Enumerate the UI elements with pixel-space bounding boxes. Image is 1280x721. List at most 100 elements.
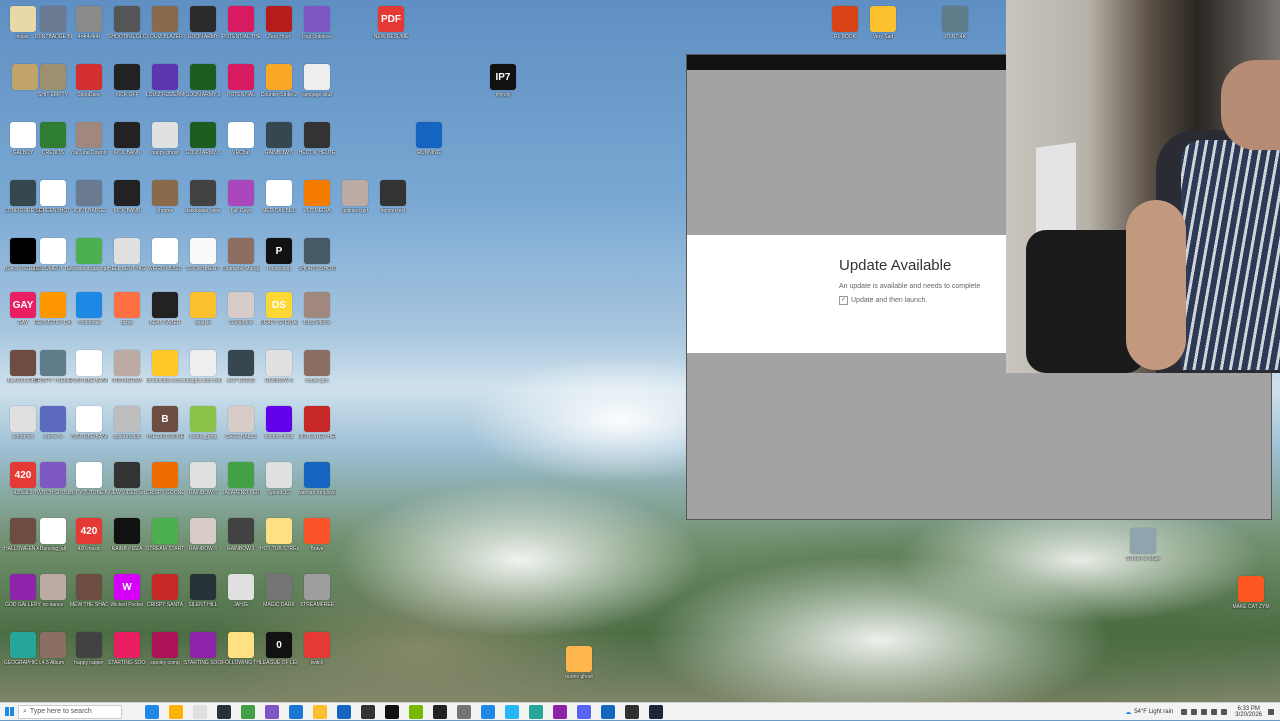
nvidia-icon[interactable]: [409, 704, 423, 719]
desktop-icon[interactable]: CAGE BALLS: [222, 406, 260, 440]
desktop-icon[interactable]: JALAPENO PEPPER: [222, 462, 260, 496]
desktop-icon[interactable]: 0 LEAGUE OF LEGENDS: [260, 632, 298, 666]
clock[interactable]: 6:33 PM 3/20/2026: [1235, 706, 1262, 718]
desktop-icon[interactable]: streamlabs recording: [146, 350, 184, 384]
github-icon[interactable]: [433, 704, 447, 719]
desktop-icon[interactable]: DOCUMENT TEMPLATE: [34, 238, 72, 272]
update-then-launch-checkbox[interactable]: ✓ Update and then launch.: [839, 296, 927, 305]
desktop-icon[interactable]: happy ghost: [146, 122, 184, 156]
desktop-icon[interactable]: PDF NEW RESUME: [372, 6, 410, 40]
desktop-icon[interactable]: techno cheat: [260, 406, 298, 440]
desktop-icon[interactable]: YOUTUBE BANNER: [70, 406, 108, 440]
app-blue3-icon[interactable]: [601, 704, 615, 719]
desktop-icon[interactable]: B THE DISCONNECT: [146, 406, 184, 440]
desktop-icon[interactable]: HOT TUB STREAM: [260, 518, 298, 552]
desktop-icon[interactable]: DS DRAFT SPECIAL: [260, 292, 298, 326]
desktop-icon[interactable]: Thumbnail: [70, 292, 108, 326]
desktop-icon[interactable]: RUNNING: [410, 122, 448, 156]
desktop-icon[interactable]: HECTIK HEUTE: [298, 122, 336, 156]
discord-icon[interactable]: [577, 704, 591, 719]
app-violet-icon[interactable]: [553, 704, 567, 719]
desktop-icon[interactable]: GOON ARMY 3: [184, 122, 222, 156]
desktop-icon[interactable]: gokmen girl: [336, 180, 374, 214]
desktop-icon[interactable]: MAKE CAT ZYM: [1232, 576, 1270, 610]
desktop-icon[interactable]: CREDITS: [34, 122, 72, 156]
desktop-icon[interactable]: Dancing_alt: [34, 518, 72, 552]
desktop-icon[interactable]: walmart employee: [298, 462, 336, 496]
desktop-icon[interactable]: Zero Hour: [260, 6, 298, 40]
desktop-icon[interactable]: demon text: [374, 180, 412, 214]
desktop-icon[interactable]: Very Sad: [864, 6, 902, 40]
desktop-icon[interactable]: LOUIZ BLAZER: [146, 6, 184, 40]
desktop-icon[interactable]: POTENTIAL: [222, 64, 260, 98]
desktop-icon[interactable]: JOINT BADGE: [70, 180, 108, 214]
desktop-icon[interactable]: Fall Guys: [222, 180, 260, 214]
desktop-icon[interactable]: 4.5 Album: [34, 632, 72, 666]
desktop-icon[interactable]: ACP DROID: [222, 350, 260, 384]
desktop-icon[interactable]: GOON ARMY 2: [184, 64, 222, 98]
desktop-icon[interactable]: SCREENSHOT: [34, 180, 72, 214]
app-icon[interactable]: [193, 704, 207, 719]
desktop-icon[interactable]: MEW THE SHADOWS: [70, 574, 108, 608]
desktop-icon[interactable]: Brave: [298, 518, 336, 552]
desktop-icon[interactable]: Logi Options+: [298, 6, 336, 40]
desktop-icon[interactable]: pizza: [108, 292, 146, 326]
battery-icon[interactable]: [1221, 709, 1228, 715]
desktop-icon[interactable]: NEW VIDEO art: [108, 462, 146, 496]
notification-icon[interactable]: [1268, 709, 1274, 715]
desktop-icon[interactable]: GhostMod: [222, 292, 260, 326]
desktop-icon[interactable]: POTENTIAL THE ONE: [222, 6, 260, 40]
desktop-icon[interactable]: YouTube Download: [70, 122, 108, 156]
desktop-icon[interactable]: VLC MEDIA: [298, 180, 336, 214]
desktop-icon[interactable]: VR VRChat: [222, 122, 260, 156]
desktop-icon[interactable]: STREAMFREE: [298, 574, 336, 608]
desktop-icon[interactable]: twitch: [298, 632, 336, 666]
store-icon[interactable]: [337, 704, 351, 719]
desktop-icon[interactable]: TWITCH SPONSOR: [34, 462, 72, 496]
app-black-icon[interactable]: [385, 704, 399, 719]
desktop-icon[interactable]: STREAM STARTING: [146, 518, 184, 552]
desktop-icon[interactable]: WEIRD MUSIC: [146, 238, 184, 272]
app-blue-icon[interactable]: [481, 704, 495, 719]
desktop-icon[interactable]: SpeedOG: [260, 462, 298, 496]
desktop-icon[interactable]: P Photoshop: [260, 238, 298, 272]
desktop-icon[interactable]: YOUTUBE BANNER: [70, 350, 108, 384]
desktop-icon[interactable]: Character Manager: [222, 238, 260, 272]
desktop-icon[interactable]: KICK BANN: [108, 180, 146, 214]
desktop-icon[interactable]: 420 420 music: [70, 518, 108, 552]
desktop-icon[interactable]: STARTING SOON: [184, 632, 222, 666]
desktop-icon[interactable]: LOUIZ RIZZERMAN: [146, 64, 184, 98]
network-icon[interactable]: [1191, 709, 1198, 715]
desktop-icon[interactable]: darkloader skee: [184, 180, 222, 214]
desktop-icon[interactable]: meme-w: [34, 406, 72, 440]
desktop-icon[interactable]: GOON ARMY: [184, 6, 222, 40]
mic-icon[interactable]: [1211, 709, 1218, 715]
desktop-icon[interactable]: Counter-Strike 2: [260, 64, 298, 98]
desktop-icon[interactable]: SHORTS SHOTGUN: [298, 238, 336, 272]
desktop-icon[interactable]: KICK OFF: [108, 64, 146, 98]
desktop-icon[interactable]: CRISPY SANTA: [146, 574, 184, 608]
desktop-icon[interactable]: ShopDunc: [70, 64, 108, 98]
desktop-icon[interactable]: HELL BENT HIGH VOL: [108, 238, 146, 272]
tray-chevron-icon[interactable]: [1181, 709, 1188, 715]
desktop-icon[interactable]: SILENT HILL: [184, 574, 222, 608]
desktop-icon[interactable]: KICK BANN: [108, 122, 146, 156]
desktop-icon[interactable]: designs and extra pics: [184, 350, 222, 384]
edge-icon[interactable]: [145, 704, 159, 719]
desktop-icon[interactable]: freddie dragon game: [70, 238, 108, 272]
taskbar-search[interactable]: ⌕ Type here to search: [18, 704, 122, 719]
app-purple-icon[interactable]: [265, 704, 279, 719]
mail-icon[interactable]: [289, 704, 303, 719]
desktop-icon[interactable]: rampage skull: [298, 64, 336, 98]
desktop-icon[interactable]: happy rapper: [70, 632, 108, 666]
desktop-icon[interactable]: CRISPY THEMES: [34, 350, 72, 384]
app-blue2-icon[interactable]: [505, 704, 519, 719]
desktop-icon[interactable]: RAINBOW 1: [222, 518, 260, 552]
desktop-icon[interactable]: STARTING SOON: [108, 632, 146, 666]
desktop-icon[interactable]: OBS effects: [298, 292, 336, 326]
desktop-icon[interactable]: spooky comp: [146, 632, 184, 666]
desktop-icon[interactable]: Screen of Mast: [1124, 528, 1162, 562]
desktop-icon[interactable]: 4r4r4r4r4r: [70, 6, 108, 40]
desktop-icon[interactable]: BIT YOUTUBE BANNER: [70, 462, 108, 496]
shield-icon[interactable]: [217, 704, 231, 719]
